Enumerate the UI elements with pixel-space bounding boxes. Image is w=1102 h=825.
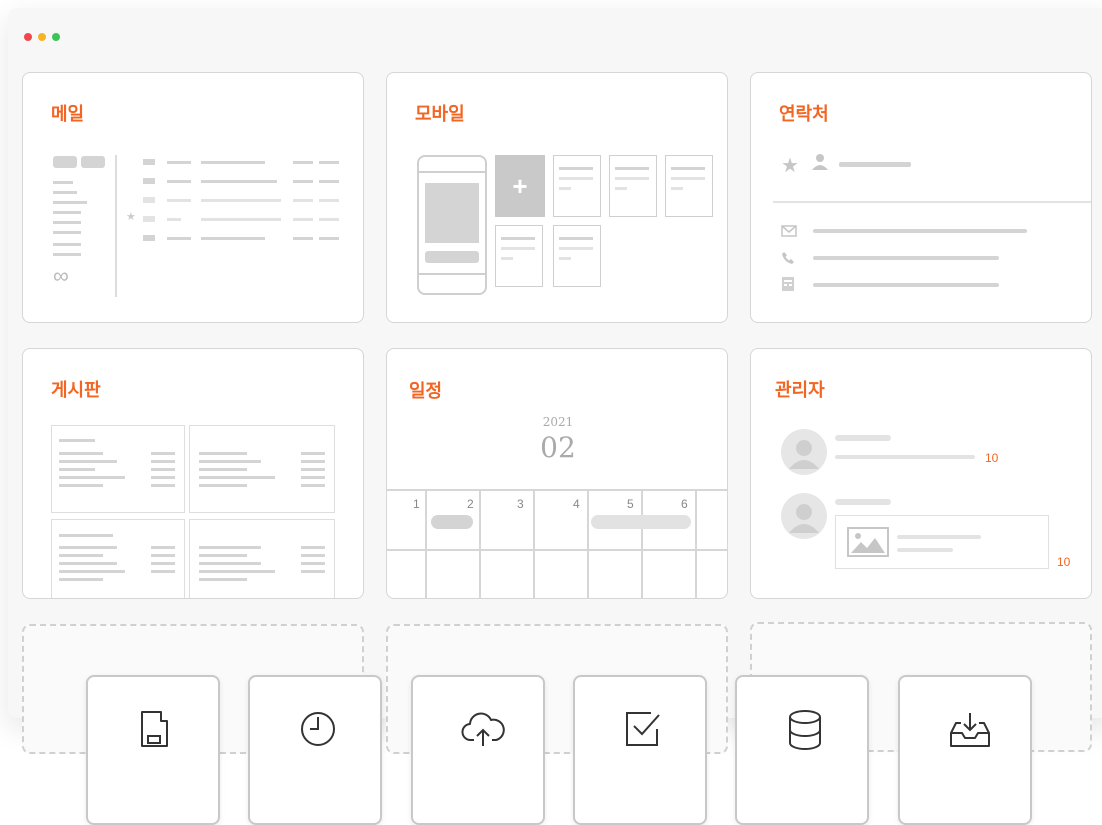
admin-card-title: 관리자 [775,380,825,401]
calendar-day[interactable]: 3 [517,497,524,511]
image-icon [847,527,889,557]
mail-card-title: 메일 [51,104,85,125]
star-icon: ★ [126,211,136,223]
star-icon: ★ [781,155,799,177]
person-icon [812,154,828,170]
calendar-month: 02 [540,431,576,464]
mobile-card-title: 모바일 [415,104,465,125]
avatar [781,493,827,539]
calendar-day[interactable]: 4 [573,497,580,511]
fax-icon [782,277,794,291]
clock-icon [301,712,335,746]
database-icon [789,710,821,750]
contacts-card[interactable]: 연락처 ★ [750,72,1092,323]
phone-icon [782,252,794,264]
mail-card[interactable]: 메일 ∞ ★ [22,72,364,323]
history-tool[interactable] [248,675,382,825]
window-controls [24,33,60,41]
checkbox-tool[interactable] [573,675,707,825]
calendar-card-title: 일정 [409,381,443,402]
calendar-day[interactable]: 2 [467,497,474,511]
calendar-day[interactable]: 6 [681,497,688,511]
cloud-upload-tool[interactable] [411,675,545,825]
calendar-event[interactable] [431,515,473,529]
admin-count: 10 [985,451,999,465]
contacts-card-title: 연락처 [779,104,829,125]
sd-card-icon [141,711,168,747]
calendar-day[interactable]: 5 [627,497,634,511]
admin-card[interactable]: 관리자 10 10 [750,348,1092,599]
calendar-day[interactable]: 1 [413,497,420,511]
minimize-dot[interactable] [38,33,46,41]
mail-icon [781,225,797,237]
mobile-card[interactable]: 모바일 + [386,72,728,323]
checkbox-icon [626,712,660,746]
cloud-upload-icon [461,712,505,746]
calendar-event[interactable] [591,515,691,529]
inbox-download-tool[interactable] [898,675,1032,825]
close-dot[interactable] [24,33,32,41]
maximize-dot[interactable] [52,33,60,41]
calendar-card[interactable]: 일정 2021 02 1 2 3 4 5 6 [386,348,728,599]
sd-card-tool[interactable] [86,675,220,825]
avatar [781,429,827,475]
board-card[interactable]: 게시판 [22,348,364,599]
inbox-download-icon [950,713,990,747]
board-card-title: 게시판 [51,380,101,401]
database-tool[interactable] [735,675,869,825]
admin-count: 10 [1057,555,1071,569]
infinity-icon: ∞ [53,263,69,288]
calendar-year: 2021 [542,415,574,429]
add-icon[interactable]: + [495,155,545,217]
